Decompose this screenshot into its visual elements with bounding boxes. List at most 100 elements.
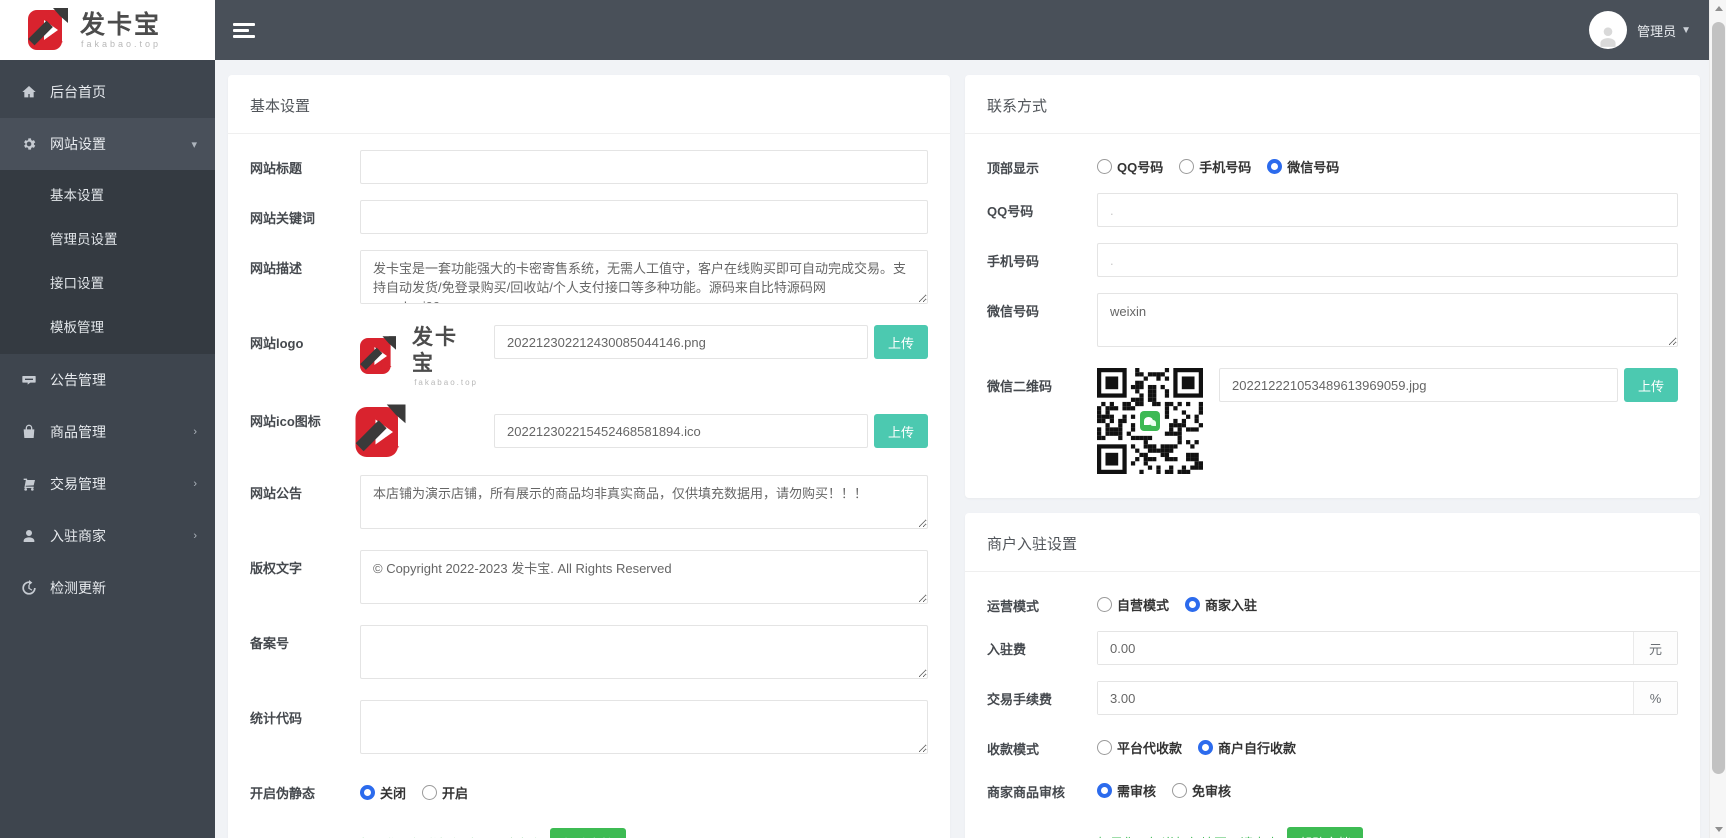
logo-filename-input[interactable] (494, 325, 868, 359)
radio-icon (1185, 597, 1201, 612)
platform-collect-radio[interactable]: 平台代收款 (1097, 738, 1182, 757)
site-ico-image (355, 403, 478, 459)
sidebar-nav: 后台首页 网站设置 ▾ 基本设置 管理员设置 接口设置 模板管理 公告管理 商品… (0, 60, 215, 838)
wechat-id-label: 微信号码 (987, 304, 1040, 319)
copyright-textarea[interactable]: © Copyright 2022-2023 发卡宝. All Rights Re… (360, 550, 928, 604)
operation-mode-label: 运营模式 (987, 599, 1040, 614)
ico-upload-button[interactable]: 上传 (873, 414, 928, 448)
top-display-qq-radio[interactable]: QQ号码 (1097, 157, 1163, 176)
admin-app: 发卡宝 fakabao.top 后台首页 网站设置 ▾ 基本设置 管理员设置 接… (0, 0, 1726, 838)
sidebar-subitem-basic-settings[interactable]: 基本设置 (0, 174, 215, 218)
merchant-join-radio[interactable]: 商家入驻 (1185, 595, 1257, 614)
content: 基本设置 网站标题 网站关键词 网站描述 发卡宝是一套功能强大的卡密寄售系统，无… (215, 60, 1709, 838)
site-logo-label: 网站logo (250, 336, 304, 351)
sidebar-item-check-update[interactable]: 检测更新 (0, 562, 215, 614)
site-keywords-input[interactable] (360, 200, 928, 234)
qq-number-input[interactable] (1097, 193, 1678, 227)
top-display-phone-radio[interactable]: 手机号码 (1179, 157, 1251, 176)
update-history-icon (20, 579, 38, 597)
panel-title: 商户入驻设置 (965, 513, 1700, 572)
brand-logo-icon (360, 336, 398, 376)
site-title-input[interactable] (360, 150, 928, 184)
avatar (1589, 11, 1628, 49)
help-doc-button[interactable]: 帮助文档 (1287, 827, 1364, 838)
wechat-id-textarea[interactable]: weixin (1097, 293, 1678, 347)
sidebar-subitem-template-management[interactable]: 模板管理 (0, 306, 215, 350)
radio-icon (1097, 740, 1112, 755)
scrollbar-thumb[interactable] (1712, 22, 1725, 774)
radio-icon (1172, 783, 1188, 798)
no-audit-radio[interactable]: 免审核 (1172, 781, 1231, 800)
sidebar: 发卡宝 fakabao.top 后台首页 网站设置 ▾ 基本设置 管理员设置 接… (0, 0, 215, 838)
phone-number-input[interactable] (1097, 243, 1678, 277)
qr-upload-button[interactable]: 上传 (1623, 368, 1678, 402)
sidebar-item-label: 检测更新 (50, 580, 106, 596)
sidebar-item-label: 公告管理 (50, 372, 106, 388)
site-keywords-label: 网站关键词 (250, 211, 316, 226)
brand-logo-icon (28, 8, 70, 52)
ico-filename-input[interactable] (494, 414, 868, 448)
site-notice-textarea[interactable]: 本店铺为演示店铺，所有展示的商品均非真实商品，仅供填充数据用，请勿购买！！！ (360, 475, 928, 529)
radio-icon (1097, 159, 1112, 174)
sidebar-item-label: 后台首页 (50, 84, 106, 100)
brand-name: 发卡宝 (80, 10, 162, 39)
site-description-textarea[interactable]: 发卡宝是一套功能强大的卡密寄售系统，无需人工值守，客户在线购买即可自动完成交易。… (360, 250, 928, 304)
scroll-up-arrow[interactable] (1710, 0, 1726, 17)
need-audit-radio[interactable]: 需审核 (1097, 781, 1156, 800)
sidebar-item-dashboard[interactable]: 后台首页 (0, 66, 215, 118)
phone-number-label: 手机号码 (987, 254, 1040, 269)
announcement-icon (20, 371, 38, 389)
contact-panel: 联系方式 顶部显示 QQ号码 手机号码 微信号码 QQ号码 . 手机号码 . 微… (965, 75, 1700, 498)
chevron-right-icon: › (193, 530, 197, 542)
user-name: 管理员 (1637, 23, 1677, 39)
rewrite-on-radio[interactable]: 开启 (422, 783, 468, 802)
site-title-label: 网站标题 (250, 161, 303, 176)
product-audit-label: 商家商品审核 (987, 785, 1066, 800)
wechat-icon (1140, 411, 1160, 431)
hamburger-menu-icon[interactable] (233, 20, 255, 41)
qr-filename-input[interactable] (1219, 368, 1618, 402)
home-icon (20, 83, 38, 101)
fee-unit: 元 (1633, 632, 1677, 664)
brand-mark-icon (355, 404, 409, 460)
sidebar-item-site-settings[interactable]: 网站设置 ▾ (0, 118, 215, 170)
sidebar-item-announcements[interactable]: 公告管理 (0, 354, 215, 406)
top-display-wechat-radio[interactable]: 微信号码 (1267, 157, 1339, 176)
radio-icon (422, 785, 438, 800)
stats-code-label: 统计代码 (250, 711, 303, 726)
site-description-label: 网站描述 (250, 261, 303, 276)
radio-icon (1267, 159, 1283, 174)
logo-upload-button[interactable]: 上传 (873, 325, 928, 359)
sidebar-item-transactions[interactable]: 交易管理 › (0, 458, 215, 510)
commission-input[interactable] (1098, 682, 1633, 714)
merchant-collect-radio[interactable]: 商户自行收款 (1198, 738, 1296, 757)
panel-title: 联系方式 (965, 75, 1700, 134)
user-menu[interactable]: 管理员 ▼ (1589, 11, 1691, 49)
sidebar-item-merchants[interactable]: 入驻商家 › (0, 510, 215, 562)
site-notice-label: 网站公告 (250, 486, 303, 501)
top-display-label: 顶部显示 (987, 161, 1040, 176)
stats-code-textarea[interactable] (360, 700, 928, 754)
sidebar-item-products[interactable]: 商品管理 › (0, 406, 215, 458)
wechat-qr-label: 微信二维码 (987, 379, 1053, 394)
main-area: 管理员 ▼ 基本设置 网站标题 网站关键词 网站描述 发卡宝是一套功能强大的卡密… (215, 0, 1709, 838)
wechat-qr-image (1097, 368, 1203, 474)
brand-logo[interactable]: 发卡宝 fakabao.top (0, 0, 215, 60)
rewrite-off-radio[interactable]: 关闭 (360, 783, 406, 802)
sidebar-subitem-api-settings[interactable]: 接口设置 (0, 262, 215, 306)
icp-number-label: 备案号 (250, 636, 290, 651)
sidebar-subitem-admin-settings[interactable]: 管理员设置 (0, 218, 215, 262)
shopping-bag-icon (20, 423, 38, 441)
caret-down-icon: ▼ (1681, 24, 1691, 36)
icp-number-textarea[interactable] (360, 625, 928, 679)
self-operated-radio[interactable]: 自营模式 (1097, 595, 1169, 614)
rewrite-label: 开启伪静态 (250, 786, 316, 801)
topbar: 管理员 ▼ (215, 0, 1709, 60)
entry-fee-input[interactable] (1098, 632, 1633, 664)
radio-icon (1097, 783, 1112, 798)
copyright-label: 版权文字 (250, 561, 303, 576)
shopping-cart-icon (20, 475, 38, 493)
merchant-settings-panel: 商户入驻设置 运营模式 自营模式 商家入驻 入驻费 0.00 元 交易手续费 3… (965, 513, 1700, 838)
scroll-down-arrow[interactable] (1710, 821, 1726, 838)
help-doc-button[interactable]: 帮助文档 (550, 828, 627, 838)
